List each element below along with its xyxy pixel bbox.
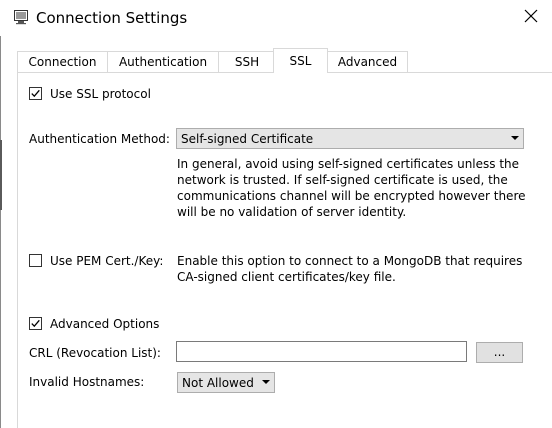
crl-label: CRL (Revocation List): bbox=[29, 346, 161, 360]
tab-connection[interactable]: Connection bbox=[17, 51, 108, 72]
auth-method-select[interactable]: Self-signed Certificate bbox=[176, 128, 524, 149]
app-window-icon bbox=[13, 9, 29, 25]
chevron-down-icon bbox=[262, 380, 270, 384]
tab-ssh[interactable]: SSH bbox=[218, 51, 276, 72]
advanced-options-checkbox[interactable] bbox=[29, 317, 42, 330]
tab-authentication[interactable]: Authentication bbox=[107, 51, 219, 72]
tab-label: Advanced bbox=[337, 55, 398, 69]
auth-method-description: In general, avoid using self-signed cert… bbox=[177, 157, 526, 219]
invalid-hostnames-select[interactable]: Not Allowed bbox=[177, 372, 275, 393]
use-pem-label: Use PEM Cert./Key: bbox=[50, 254, 164, 268]
title-bar: Connection Settings bbox=[0, 0, 552, 36]
tab-label: SSH bbox=[234, 55, 260, 69]
use-ssl-checkbox[interactable] bbox=[29, 87, 42, 100]
checkmark-icon bbox=[31, 89, 40, 98]
advanced-options-label: Advanced Options bbox=[50, 317, 160, 331]
crl-input[interactable] bbox=[176, 341, 467, 362]
auth-method-label: Authentication Method: bbox=[29, 132, 170, 146]
close-button[interactable] bbox=[514, 0, 552, 34]
tab-label: SSL bbox=[289, 54, 312, 68]
close-icon bbox=[524, 9, 538, 23]
connection-settings-window: Connection Settings Connection Authentic… bbox=[0, 0, 552, 428]
invalid-hostnames-value: Not Allowed bbox=[182, 376, 254, 390]
tab-advanced[interactable]: Advanced bbox=[327, 51, 408, 72]
auth-method-value: Self-signed Certificate bbox=[181, 132, 314, 146]
crl-browse-button[interactable]: ... bbox=[476, 342, 523, 363]
tab-label: Authentication bbox=[118, 55, 208, 69]
use-ssl-label: Use SSL protocol bbox=[50, 87, 151, 101]
browse-button-label: ... bbox=[493, 345, 506, 359]
tab-label: Connection bbox=[28, 55, 97, 69]
tab-ssl[interactable]: SSL bbox=[273, 48, 328, 73]
window-left-edge-shadow bbox=[0, 140, 2, 210]
window-title: Connection Settings bbox=[36, 9, 188, 27]
window-left-edge bbox=[0, 36, 1, 428]
invalid-hostnames-label: Invalid Hostnames: bbox=[29, 375, 145, 389]
use-pem-checkbox[interactable] bbox=[29, 254, 42, 267]
checkmark-icon bbox=[31, 319, 40, 328]
chevron-down-icon bbox=[511, 136, 519, 140]
use-pem-description: Enable this option to connect to a Mongo… bbox=[177, 254, 523, 284]
